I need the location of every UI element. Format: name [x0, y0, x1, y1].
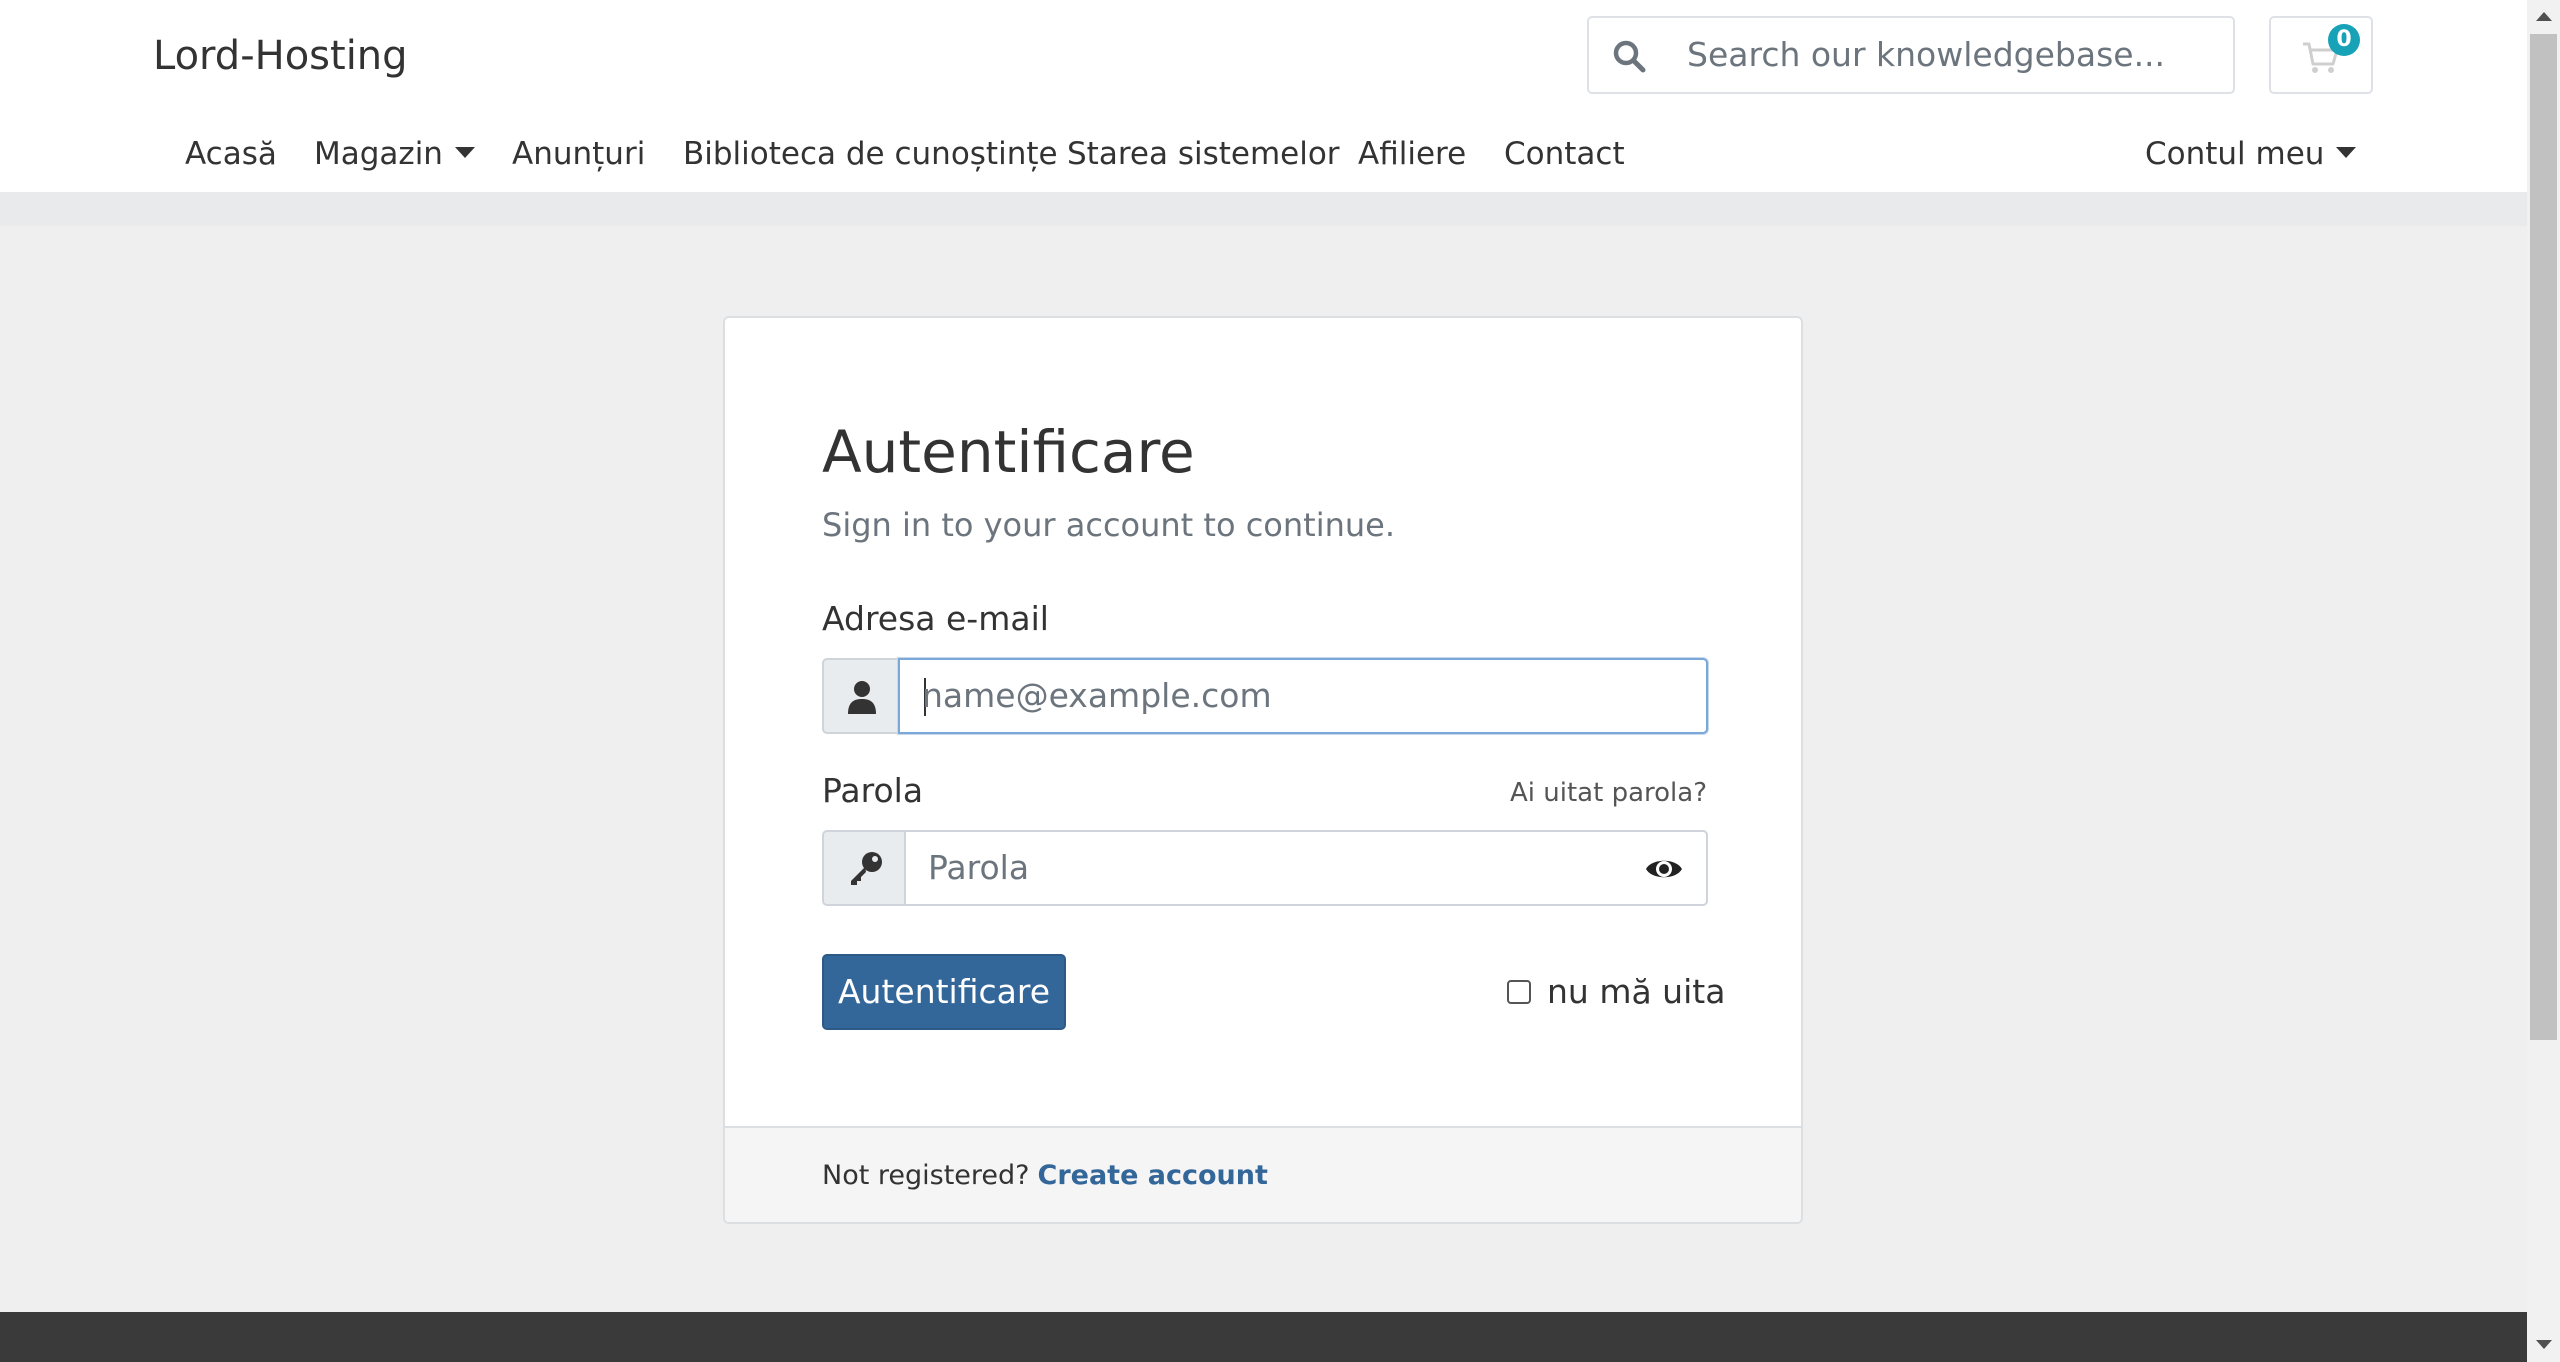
password-placeholder: Parola — [928, 848, 1030, 887]
chevron-down-icon — [2336, 147, 2357, 158]
login-card: Autentificare Sign in to your account to… — [723, 316, 1803, 1224]
nav-item-home[interactable]: Acasă — [185, 124, 277, 184]
page-footer — [0, 1312, 2527, 1362]
scroll-thumb[interactable] — [2530, 34, 2557, 1040]
email-field-group: name@example.com — [822, 658, 1708, 734]
register-text: Not registered? — [822, 1160, 1030, 1191]
nav-item-knowledgebase[interactable]: Biblioteca de cunoștințe — [683, 124, 1058, 184]
register-prompt: Not registered? Create account — [822, 1128, 1268, 1222]
page-title: Autentificare — [822, 418, 1195, 486]
scroll-up-arrow-icon[interactable] — [2536, 12, 2552, 21]
nav-item-status[interactable]: Starea sistemelor — [1067, 124, 1340, 184]
nav-item-store[interactable]: Magazin — [314, 124, 475, 184]
brand-logo[interactable]: Lord-Hosting — [153, 26, 408, 86]
nav-item-store-label: Magazin — [314, 136, 443, 172]
forgot-password-link[interactable]: Ai uitat parola? — [1510, 768, 1707, 818]
email-addon — [822, 658, 900, 734]
nav-item-affiliates[interactable]: Afiliere — [1358, 124, 1466, 184]
nav-item-contact[interactable]: Contact — [1504, 124, 1625, 184]
scroll-down-arrow-icon[interactable] — [2536, 1340, 2552, 1349]
main-nav: Acasă Magazin Anunțuri Biblioteca de cun… — [0, 124, 2527, 184]
password-label: Parola — [822, 771, 924, 810]
remember-checkbox[interactable] — [1507, 980, 1531, 1004]
login-button[interactable]: Autentificare — [822, 954, 1066, 1030]
nav-item-account[interactable]: Contul meu — [2145, 124, 2357, 184]
header-band — [0, 192, 2527, 226]
site-header: Lord-Hosting Search our knowledgebase...… — [0, 0, 2527, 192]
password-addon — [822, 830, 906, 906]
chevron-down-icon — [454, 147, 475, 158]
remember-me[interactable]: nu mă uita — [1507, 954, 1725, 1030]
card-footer: Not registered? Create account — [725, 1126, 1801, 1222]
user-icon — [848, 681, 876, 714]
key-icon — [851, 852, 882, 885]
search-input[interactable]: Search our knowledgebase... — [1687, 18, 2165, 92]
create-account-link[interactable]: Create account — [1038, 1160, 1268, 1191]
nav-item-account-label: Contul meu — [2145, 136, 2325, 172]
password-input[interactable]: Parola — [904, 830, 1708, 906]
email-label: Adresa e-mail — [822, 599, 1049, 638]
page-subtitle: Sign in to your account to continue. — [822, 506, 1395, 544]
cart-count-badge: 0 — [2328, 24, 2360, 56]
eye-icon[interactable] — [1644, 854, 1684, 884]
search-icon — [1613, 40, 1646, 73]
email-placeholder: name@example.com — [922, 676, 1272, 715]
remember-label: nu mă uita — [1547, 972, 1726, 1011]
cart-button[interactable]: 0 — [2269, 16, 2373, 94]
email-input[interactable]: name@example.com — [898, 658, 1708, 734]
password-field-group: Parola — [822, 830, 1708, 906]
vertical-scrollbar[interactable] — [2527, 0, 2560, 1362]
nav-item-announcements[interactable]: Anunțuri — [512, 124, 645, 184]
knowledgebase-search[interactable]: Search our knowledgebase... — [1587, 16, 2235, 94]
